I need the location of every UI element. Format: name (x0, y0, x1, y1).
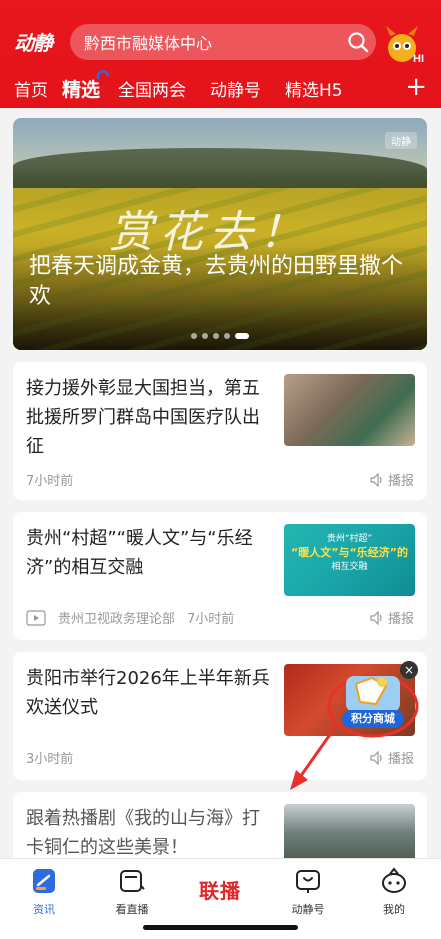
nav-mine[interactable]: 我的 (358, 867, 430, 917)
nav-live[interactable]: 看直播 (96, 867, 168, 917)
article-thumbnail: 贵州“村超” “暖人文”与“乐经济”的 相互交融 (284, 524, 415, 596)
nav-lianbo[interactable]: 联播 (180, 875, 260, 904)
broadcast-button[interactable]: 播报 (370, 608, 414, 627)
status-bar (0, 0, 441, 22)
article-title: 跟着热播剧《我的山与海》打卡铜仁的这些美景！ (26, 808, 260, 858)
article-card[interactable]: 接力援外彰显大国担当，第五批援所罗门群岛中国医疗队出征 7小时前 播报 (13, 362, 427, 500)
app-logo: 动静 (14, 31, 53, 55)
carousel-dots (191, 333, 249, 339)
nav-label: 看直播 (115, 903, 149, 916)
broadcast-label: 播报 (387, 612, 414, 627)
article-title: 贵阳市举行2026年上半年新兵欢送仪式 (26, 668, 270, 718)
article-title: 接力援外彰显大国担当，第五批援所罗门群岛中国医疗队出征 (26, 378, 260, 457)
tab-dongjing-account[interactable]: 动静号 (210, 76, 261, 101)
article-thumbnail (284, 374, 415, 446)
account-tv-icon (296, 870, 320, 893)
speaker-icon (370, 750, 382, 765)
home-indicator[interactable] (143, 925, 298, 930)
mascot-icon[interactable]: HI (380, 22, 430, 66)
hero-title: 把春天调成金黄，去贵州的田野里撒个欢 (29, 254, 404, 309)
news-icon (33, 869, 55, 893)
profile-icon (382, 867, 406, 893)
app-header: 动静 黔西市融媒体中心 HI 首页 精选 全国两会 动静号 精选H5 + (0, 0, 441, 108)
svg-text:HI: HI (413, 53, 424, 65)
article-source[interactable]: 贵州卫视政务理论部 (58, 608, 175, 627)
nav-dongjing-account[interactable]: 动静号 (272, 867, 344, 917)
search-row: 动静 黔西市融媒体中心 HI (0, 22, 441, 66)
article-time: 7小时前 (26, 474, 74, 489)
tab-two-sessions[interactable]: 全国两会 (118, 76, 186, 101)
nav-news[interactable]: 资讯 (8, 867, 80, 917)
points-mall-label: 积分商城 (351, 712, 395, 725)
nav-label: 我的 (383, 903, 405, 916)
carousel-dot[interactable] (224, 333, 230, 339)
tab-featured[interactable]: 精选 (62, 69, 110, 102)
video-source-icon (26, 609, 46, 626)
article-meta: 3小时前 (26, 748, 73, 767)
tab-home[interactable]: 首页 (14, 76, 48, 101)
speaker-icon (370, 472, 382, 487)
search-icon[interactable] (340, 24, 376, 60)
thumbnail-line: “暖人文”与“乐经济”的 (291, 546, 408, 559)
search-placeholder: 黔西市融媒体中心 (84, 34, 213, 53)
channel-tabs: 首页 精选 全国两会 动静号 精选H5 + (0, 69, 441, 106)
thumbnail-line: 相互交融 (331, 562, 368, 572)
hero-hills (13, 148, 427, 188)
hero-watermark: 动静 (385, 132, 417, 149)
broadcast-label: 播报 (387, 474, 414, 489)
carousel-dot[interactable] (202, 333, 208, 339)
speaker-icon (370, 610, 382, 625)
carousel-dot[interactable] (191, 333, 197, 339)
broadcast-label: 播报 (387, 752, 414, 767)
thumbnail-line: 贵州“村超” (326, 534, 373, 544)
article-meta: 贵州卫视政务理论部 7小时前 (26, 608, 234, 627)
article-time: 7小时前 (187, 612, 235, 627)
article-time: 3小时前 (26, 752, 74, 767)
add-channel-button[interactable]: + (405, 73, 427, 101)
article-meta: 7小时前 (26, 470, 73, 489)
pointer-arrow-icon (290, 725, 338, 790)
article-card[interactable]: 贵州“村超”“暖人文”与“乐经济”的相互交融 贵州“村超” “暖人文”与“乐经济… (13, 512, 427, 640)
live-tv-icon (120, 870, 145, 892)
article-title: 贵州“村超”“暖人文”与“乐经济”的相互交融 (26, 528, 253, 578)
thumbnail-caption: 贵州“村超” “暖人文”与“乐经济”的 相互交融 (284, 532, 415, 574)
nav-label: 资讯 (33, 903, 55, 916)
tab-featured-h5[interactable]: 精选H5 (285, 76, 343, 101)
search-input[interactable]: 黔西市融媒体中心 (70, 24, 376, 60)
carousel-dot-active[interactable] (235, 333, 249, 339)
close-badge-button[interactable]: × (400, 661, 418, 679)
broadcast-button[interactable]: 播报 (370, 470, 414, 489)
broadcast-button[interactable]: 播报 (370, 748, 414, 767)
news-feed: 赏花去！ 动静 把春天调成金黄，去贵州的田野里撒个欢 接力援外彰显大国担当，第五… (13, 118, 427, 876)
refresh-arc-icon (96, 69, 110, 79)
hero-calligraphy: 赏花去！ (109, 207, 309, 258)
nav-label: 动静号 (291, 903, 325, 916)
carousel-dot[interactable] (213, 333, 219, 339)
tab-featured-label: 精选 (62, 78, 101, 101)
hero-banner[interactable]: 赏花去！ 动静 把春天调成金黄，去贵州的田野里撒个欢 (13, 118, 427, 350)
